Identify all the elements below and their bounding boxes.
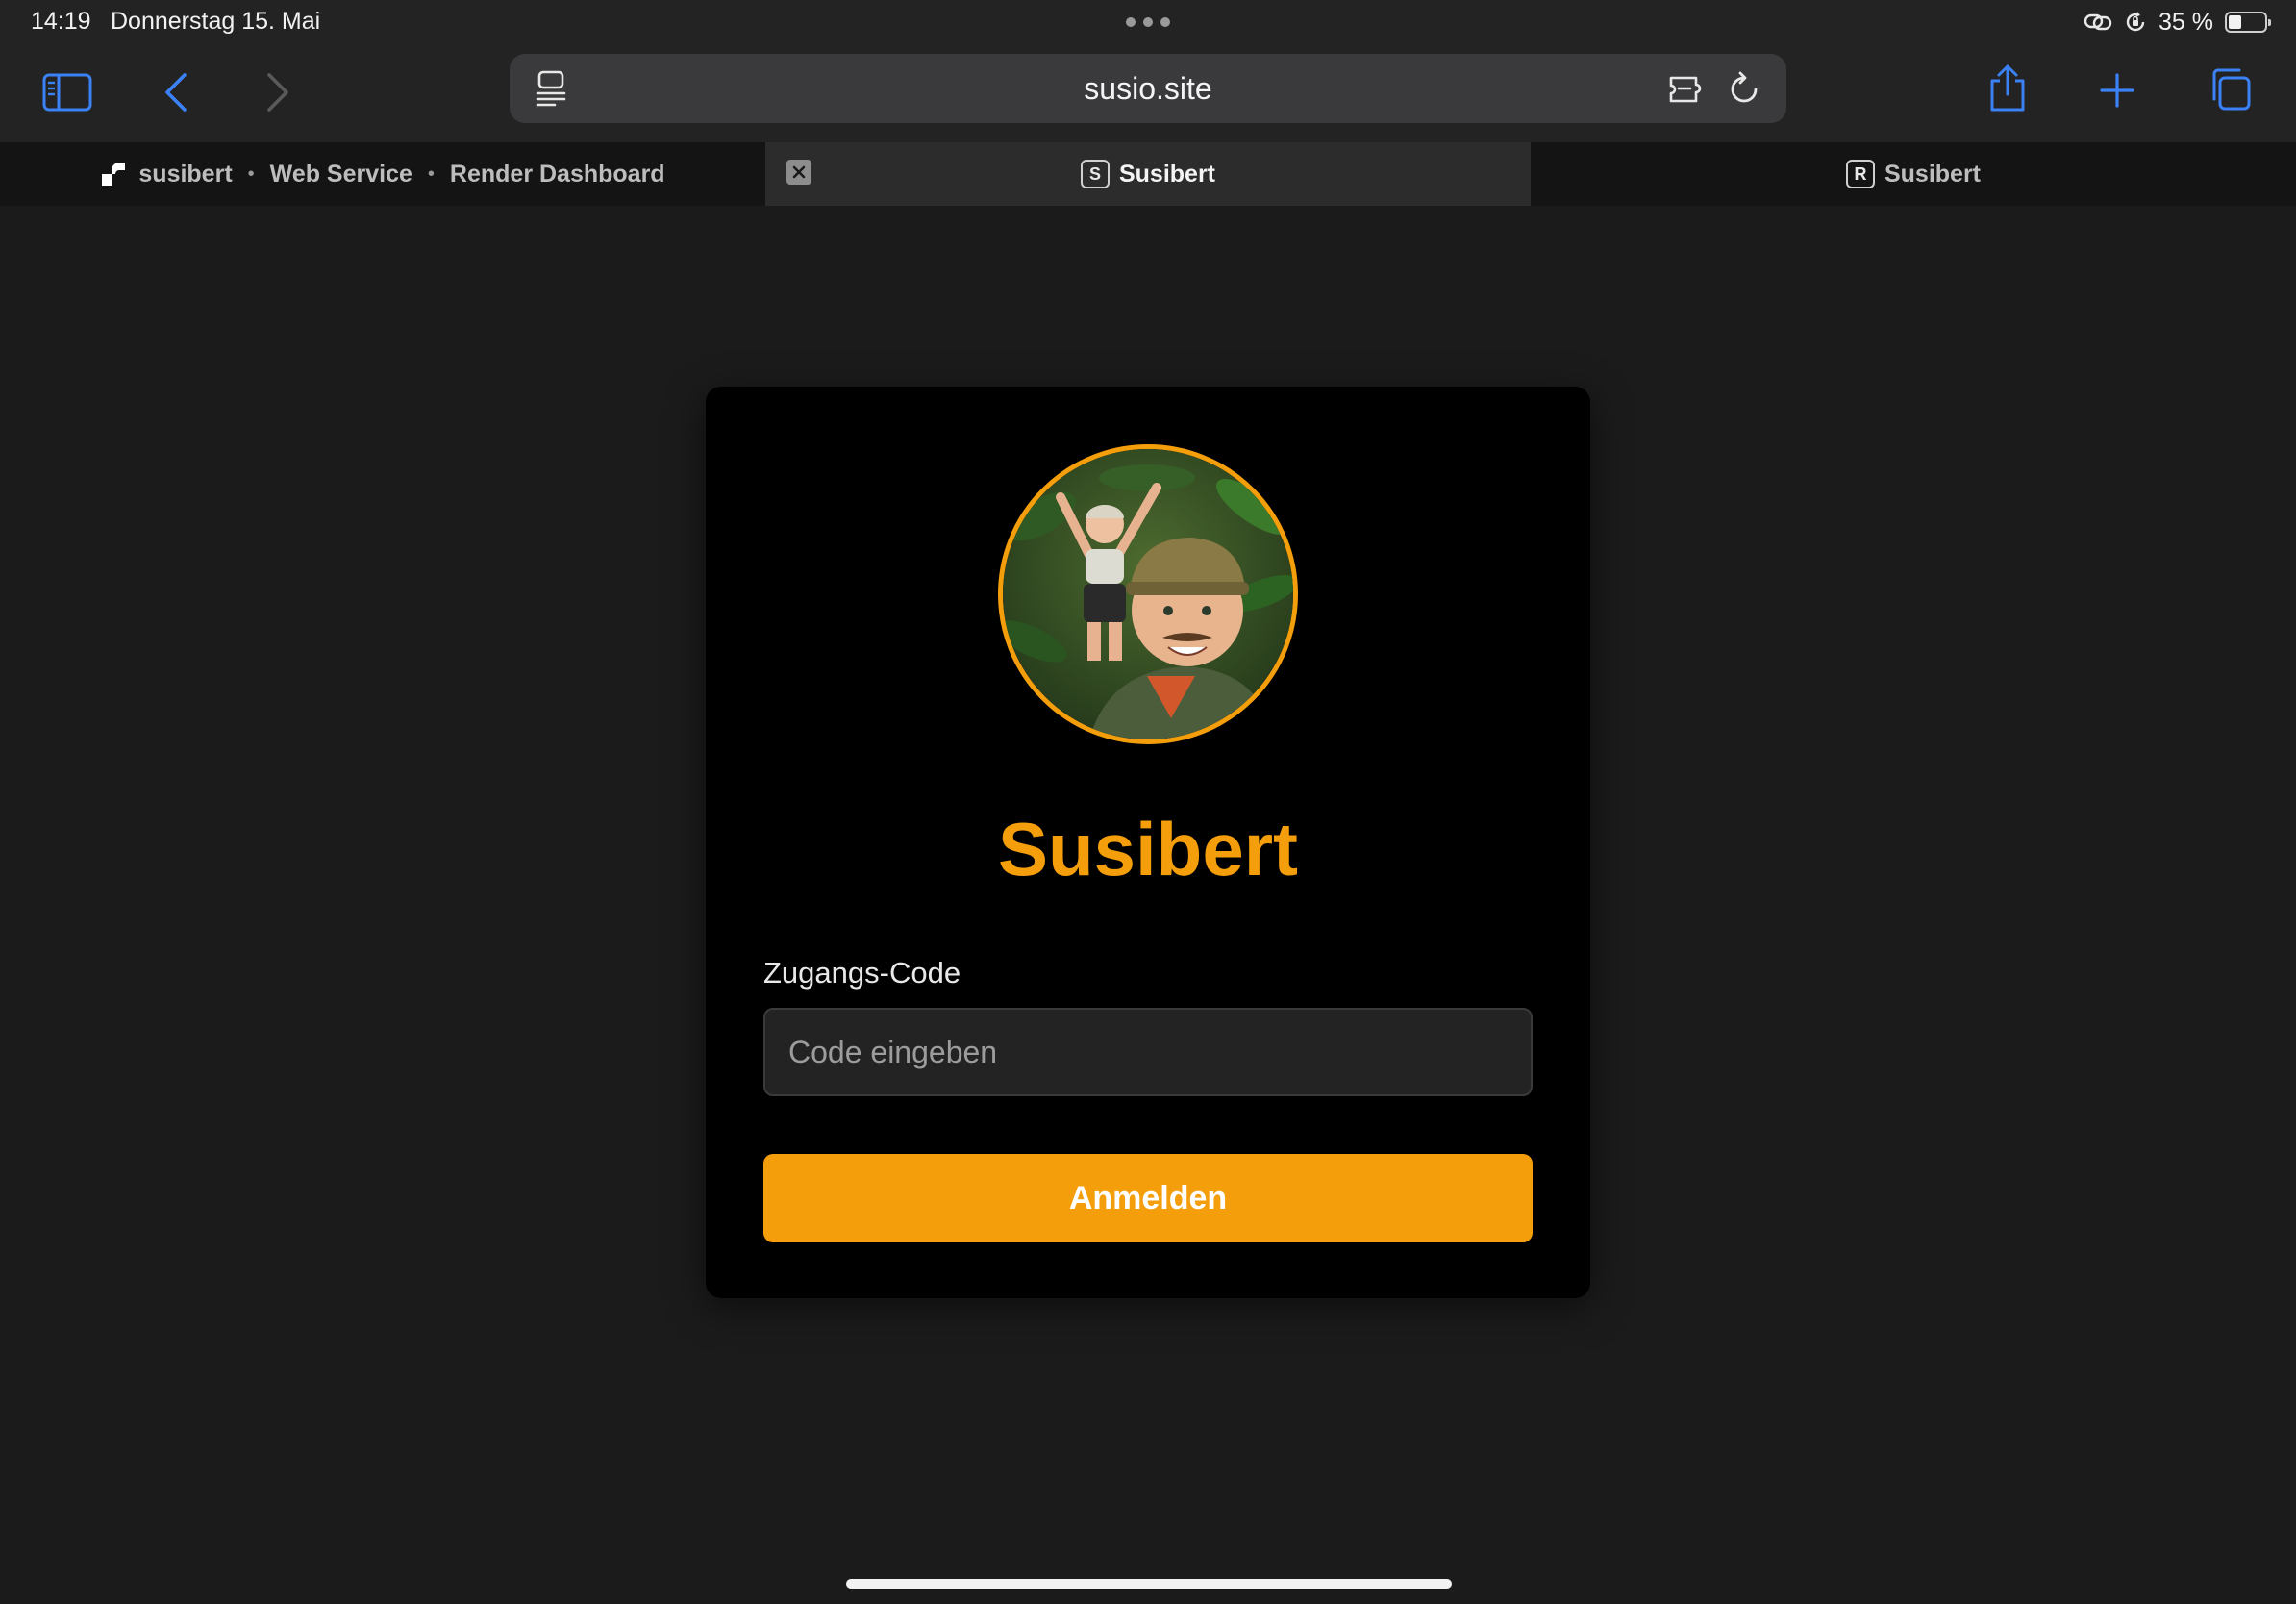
tab-favicon-icon: S <box>1080 160 1110 188</box>
status-date: Donnerstag 15. Mai <box>111 8 321 35</box>
status-bar: 14:19 Donnerstag 15. Mai 35 % <box>0 0 2296 44</box>
multitasking-dots-icon[interactable] <box>1126 17 1170 27</box>
battery-level <box>2229 15 2241 29</box>
forward-button[interactable] <box>262 69 294 115</box>
battery-icon <box>2225 12 2271 33</box>
login-card: Susibert Zugangs-Code Anmelden <box>706 387 1590 1298</box>
share-button[interactable] <box>1986 62 2029 115</box>
tab-susibert-active[interactable]: S Susibert <box>765 142 1531 206</box>
screen-mirroring-icon <box>2084 13 2112 31</box>
avatar <box>998 444 1298 744</box>
safari-window: 14:19 Donnerstag 15. Mai 35 % susio.site… <box>0 0 2296 1604</box>
tab-title: Susibert <box>1884 160 1982 188</box>
reload-icon <box>1731 71 1758 103</box>
tab-favicon-icon: R <box>1845 160 1875 188</box>
tab-title: Susibert <box>1118 160 1216 188</box>
url-text[interactable]: susio.site <box>510 54 1786 123</box>
tab-title-separator: • <box>427 163 435 185</box>
extension-button[interactable] <box>1667 71 1710 108</box>
tab-title-part: Render Dashboard <box>449 160 665 188</box>
tab-susibert[interactable]: R Susibert <box>1531 142 2296 206</box>
close-icon <box>792 165 806 179</box>
tab-title-separator: • <box>247 163 255 185</box>
sidebar-icon <box>42 73 92 112</box>
close-tab-button[interactable] <box>786 160 811 185</box>
access-code-input[interactable] <box>763 1008 1533 1096</box>
plus-icon <box>2100 73 2134 108</box>
battery-percentage: 35 % <box>2159 8 2213 36</box>
login-button[interactable]: Anmelden <box>763 1154 1533 1242</box>
new-tab-button[interactable] <box>2098 71 2136 110</box>
back-button[interactable] <box>160 69 192 115</box>
address-bar[interactable]: susio.site <box>510 54 1786 123</box>
tab-overview-button[interactable] <box>2206 65 2254 113</box>
render-logo-icon <box>102 163 126 186</box>
tab-overview-icon <box>2212 68 2251 111</box>
home-indicator[interactable] <box>846 1579 1452 1589</box>
status-indicators: 35 % <box>2084 6 2271 38</box>
tab-bar: susibert • Web Service • Render Dashboar… <box>0 142 2296 206</box>
share-icon <box>1990 64 2025 112</box>
tab-render-dashboard[interactable]: susibert • Web Service • Render Dashboar… <box>0 142 765 206</box>
tab-title-part: susibert <box>138 160 233 188</box>
browser-toolbar: susio.site <box>0 44 2296 142</box>
avatar-illustration-icon <box>1003 449 1293 739</box>
access-code-label: Zugangs-Code <box>763 956 961 990</box>
extension-puzzle-icon <box>1669 76 1702 103</box>
orientation-lock-icon <box>2126 12 2145 32</box>
reload-button[interactable] <box>1725 69 1763 108</box>
chevron-left-icon <box>165 73 187 112</box>
status-time: 14:19 <box>31 8 91 35</box>
app-title: Susibert <box>997 807 1299 891</box>
sidebar-toggle-button[interactable] <box>42 71 92 113</box>
chevron-right-icon <box>267 73 288 112</box>
tab-title-part: Web Service <box>269 160 412 188</box>
